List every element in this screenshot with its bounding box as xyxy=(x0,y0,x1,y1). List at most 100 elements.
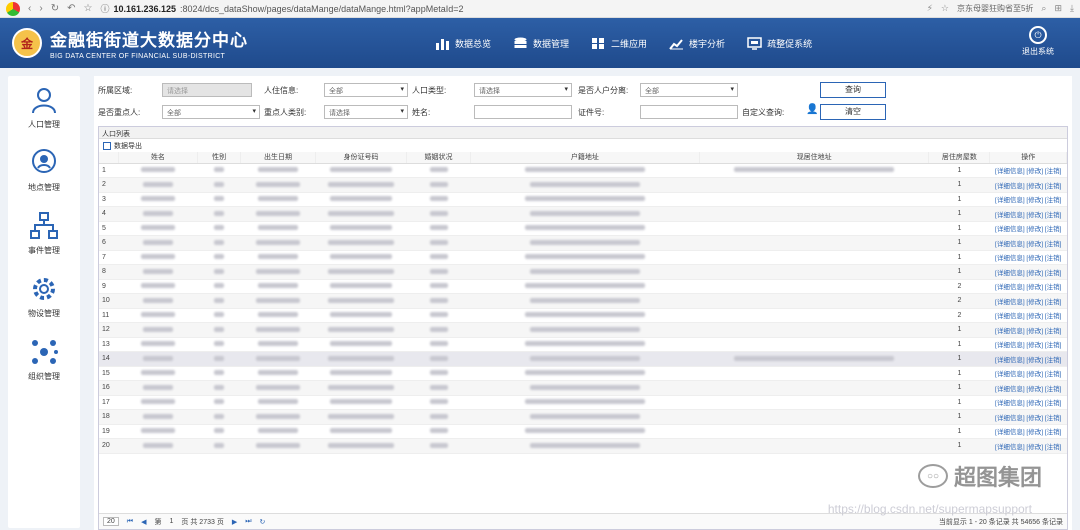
row-actions-links[interactable]: [详细信息] [修改] [注销] xyxy=(995,197,1061,204)
prev-page-icon[interactable]: ◀ xyxy=(141,518,146,526)
custom-query-person-icon[interactable]: 👤 xyxy=(806,104,818,115)
cell-operations[interactable]: [详细信息] [修改] [注销] xyxy=(989,308,1067,323)
forward-icon[interactable]: › xyxy=(39,3,42,14)
cell-operations[interactable]: [详细信息] [修改] [注销] xyxy=(989,264,1067,280)
last-page-icon[interactable]: ⏭ xyxy=(245,518,251,526)
cell-operations[interactable]: [详细信息] [修改] [注销] xyxy=(989,424,1067,439)
exit-button[interactable]: ⏻ 退出系统 xyxy=(1022,26,1054,57)
flash-icon[interactable]: ⚡ xyxy=(927,3,933,14)
cell-operations[interactable]: [详细信息] [修改] [注销] xyxy=(989,221,1067,236)
cell-operations[interactable]: [详细信息] [修改] [注销] xyxy=(989,279,1067,294)
nav-building-analysis[interactable]: 楼宇分析 xyxy=(669,37,725,50)
promo-link[interactable]: 京东母婴狂购省至5折 xyxy=(957,3,1033,14)
row-actions-links[interactable]: [详细信息] [修改] [注销] xyxy=(995,357,1061,364)
next-page-icon[interactable]: ▶ xyxy=(232,518,237,526)
table-row[interactable]: 2 1 [详细信息] [修改] [注销] xyxy=(99,177,1067,193)
table-row[interactable]: 11 2 [详细信息] [修改] [注销] xyxy=(99,308,1067,323)
row-actions-links[interactable]: [详细信息] [修改] [注销] xyxy=(995,183,1061,190)
row-actions-links[interactable]: [详细信息] [修改] [注销] xyxy=(995,241,1061,248)
page-input[interactable]: 1 xyxy=(170,518,174,525)
clear-button[interactable]: 清空 xyxy=(820,104,886,120)
address-bar[interactable]: ⓘ 10.161.236.125:8024/dcs_dataShow/pages… xyxy=(100,2,918,15)
id-input[interactable] xyxy=(640,105,738,119)
residence-select[interactable]: 全部 xyxy=(324,83,408,97)
cell-operations[interactable]: [详细信息] [修改] [注销] xyxy=(989,337,1067,352)
first-page-icon[interactable]: ⏮ xyxy=(127,518,133,526)
table-row[interactable]: 12 1 [详细信息] [修改] [注销] xyxy=(99,322,1067,338)
cell-operations[interactable]: [详细信息] [修改] [注销] xyxy=(989,351,1067,367)
table-row[interactable]: 3 1 [详细信息] [修改] [注销] xyxy=(99,192,1067,207)
table-row[interactable]: 6 1 [详细信息] [修改] [注销] xyxy=(99,235,1067,251)
table-row[interactable]: 14 1 [详细信息] [修改] [注销] xyxy=(99,351,1067,367)
table-row[interactable]: 1 1 [详细信息] [修改] [注销] xyxy=(99,163,1067,178)
nav-shuzhengcu-system[interactable]: 疏整促系统 xyxy=(747,36,812,50)
table-row[interactable]: 7 1 [详细信息] [修改] [注销] xyxy=(99,250,1067,265)
bookmark-icon[interactable]: ☆ xyxy=(941,3,949,14)
cell-operations[interactable]: [详细信息] [修改] [注销] xyxy=(989,177,1067,193)
sidebar-item-organization[interactable]: 组织管理 xyxy=(8,328,80,391)
nav-data-management[interactable]: 数据管理 xyxy=(513,37,569,50)
cell-operations[interactable]: [详细信息] [修改] [注销] xyxy=(989,409,1067,425)
star-icon[interactable]: ☆ xyxy=(83,3,92,14)
row-actions-links[interactable]: [详细信息] [修改] [注销] xyxy=(995,226,1061,233)
row-actions-links[interactable]: [详细信息] [修改] [注销] xyxy=(995,342,1061,349)
reload-icon[interactable]: ↻ xyxy=(51,3,59,14)
table-row[interactable]: 16 1 [详细信息] [修改] [注销] xyxy=(99,380,1067,396)
col-gender[interactable]: 性别 xyxy=(197,152,242,164)
table-row[interactable]: 19 1 [详细信息] [修改] [注销] xyxy=(99,424,1067,439)
col-current-address[interactable]: 现居住地址 xyxy=(699,152,930,164)
key-category-select[interactable]: 请选择 xyxy=(324,105,408,119)
row-actions-links[interactable]: [详细信息] [修改] [注销] xyxy=(995,444,1061,451)
row-actions-links[interactable]: [详细信息] [修改] [注销] xyxy=(995,284,1061,291)
row-actions-links[interactable]: [详细信息] [修改] [注销] xyxy=(995,299,1061,306)
table-row[interactable]: 20 1 [详细信息] [修改] [注销] xyxy=(99,438,1067,454)
key-person-select[interactable]: 全部 xyxy=(162,105,260,119)
population-type-select[interactable]: 请选择 xyxy=(474,83,572,97)
name-input[interactable] xyxy=(474,105,572,119)
col-house-count[interactable]: 居住房屋数 xyxy=(928,152,991,164)
table-row[interactable]: 5 1 [详细信息] [修改] [注销] xyxy=(99,221,1067,236)
cell-operations[interactable]: [详细信息] [修改] [注销] xyxy=(989,380,1067,396)
table-row[interactable]: 13 1 [详细信息] [修改] [注销] xyxy=(99,337,1067,352)
search-icon[interactable]: ⌕ xyxy=(1041,3,1046,14)
grid-menu-icon[interactable]: ⊞ xyxy=(1054,3,1062,14)
table-row[interactable]: 8 1 [详细信息] [修改] [注销] xyxy=(99,264,1067,280)
row-actions-links[interactable]: [详细信息] [修改] [注销] xyxy=(995,313,1061,320)
row-actions-links[interactable]: [详细信息] [修改] [注销] xyxy=(995,328,1061,335)
cell-operations[interactable]: [详细信息] [修改] [注销] xyxy=(989,438,1067,454)
col-marital-status[interactable]: 婚姻状况 xyxy=(406,152,471,164)
row-actions-links[interactable]: [详细信息] [修改] [注销] xyxy=(995,386,1061,393)
row-actions-links[interactable]: [详细信息] [修改] [注销] xyxy=(995,212,1061,219)
cell-operations[interactable]: [详细信息] [修改] [注销] xyxy=(989,250,1067,265)
sidebar-item-population[interactable]: 人口管理 xyxy=(8,76,80,139)
sidebar-item-event[interactable]: 事件管理 xyxy=(8,202,80,265)
table-row[interactable]: 4 1 [详细信息] [修改] [注销] xyxy=(99,206,1067,222)
cell-operations[interactable]: [详细信息] [修改] [注销] xyxy=(989,235,1067,251)
row-actions-links[interactable]: [详细信息] [修改] [注销] xyxy=(995,371,1061,378)
table-row[interactable]: 9 2 [详细信息] [修改] [注销] xyxy=(99,279,1067,294)
row-actions-links[interactable]: [详细信息] [修改] [注销] xyxy=(995,255,1061,262)
area-input[interactable]: 请选择 xyxy=(162,83,252,97)
table-row[interactable]: 10 2 [详细信息] [修改] [注销] xyxy=(99,293,1067,309)
row-actions-links[interactable]: [详细信息] [修改] [注销] xyxy=(995,168,1061,175)
cell-operations[interactable]: [详细信息] [修改] [注销] xyxy=(989,163,1067,178)
col-household-address[interactable]: 户籍地址 xyxy=(470,152,701,164)
col-birthdate[interactable]: 出生日期 xyxy=(240,152,316,164)
refresh-icon[interactable]: ↻ xyxy=(260,518,266,526)
col-name[interactable]: 姓名 xyxy=(118,152,198,164)
table-row[interactable]: 17 1 [详细信息] [修改] [注销] xyxy=(99,395,1067,410)
cell-operations[interactable]: [详细信息] [修改] [注销] xyxy=(989,293,1067,309)
sidebar-item-facility[interactable]: 物设管理 xyxy=(8,265,80,328)
cell-operations[interactable]: [详细信息] [修改] [注销] xyxy=(989,206,1067,222)
row-actions-links[interactable]: [详细信息] [修改] [注销] xyxy=(995,270,1061,277)
sidebar-item-location[interactable]: 地点管理 xyxy=(8,139,80,202)
separation-select[interactable]: 全部 xyxy=(640,83,738,97)
cell-operations[interactable]: [详细信息] [修改] [注销] xyxy=(989,192,1067,207)
undo-icon[interactable]: ↶ xyxy=(67,3,75,14)
nav-2d-app[interactable]: 二维应用 xyxy=(591,37,647,50)
row-actions-links[interactable]: [详细信息] [修改] [注销] xyxy=(995,415,1061,422)
page-size-select[interactable]: 20 xyxy=(103,517,119,526)
row-actions-links[interactable]: [详细信息] [修改] [注销] xyxy=(995,429,1061,436)
back-icon[interactable]: ‹ xyxy=(28,3,31,14)
download-icon[interactable]: ⤓ xyxy=(1070,3,1074,14)
